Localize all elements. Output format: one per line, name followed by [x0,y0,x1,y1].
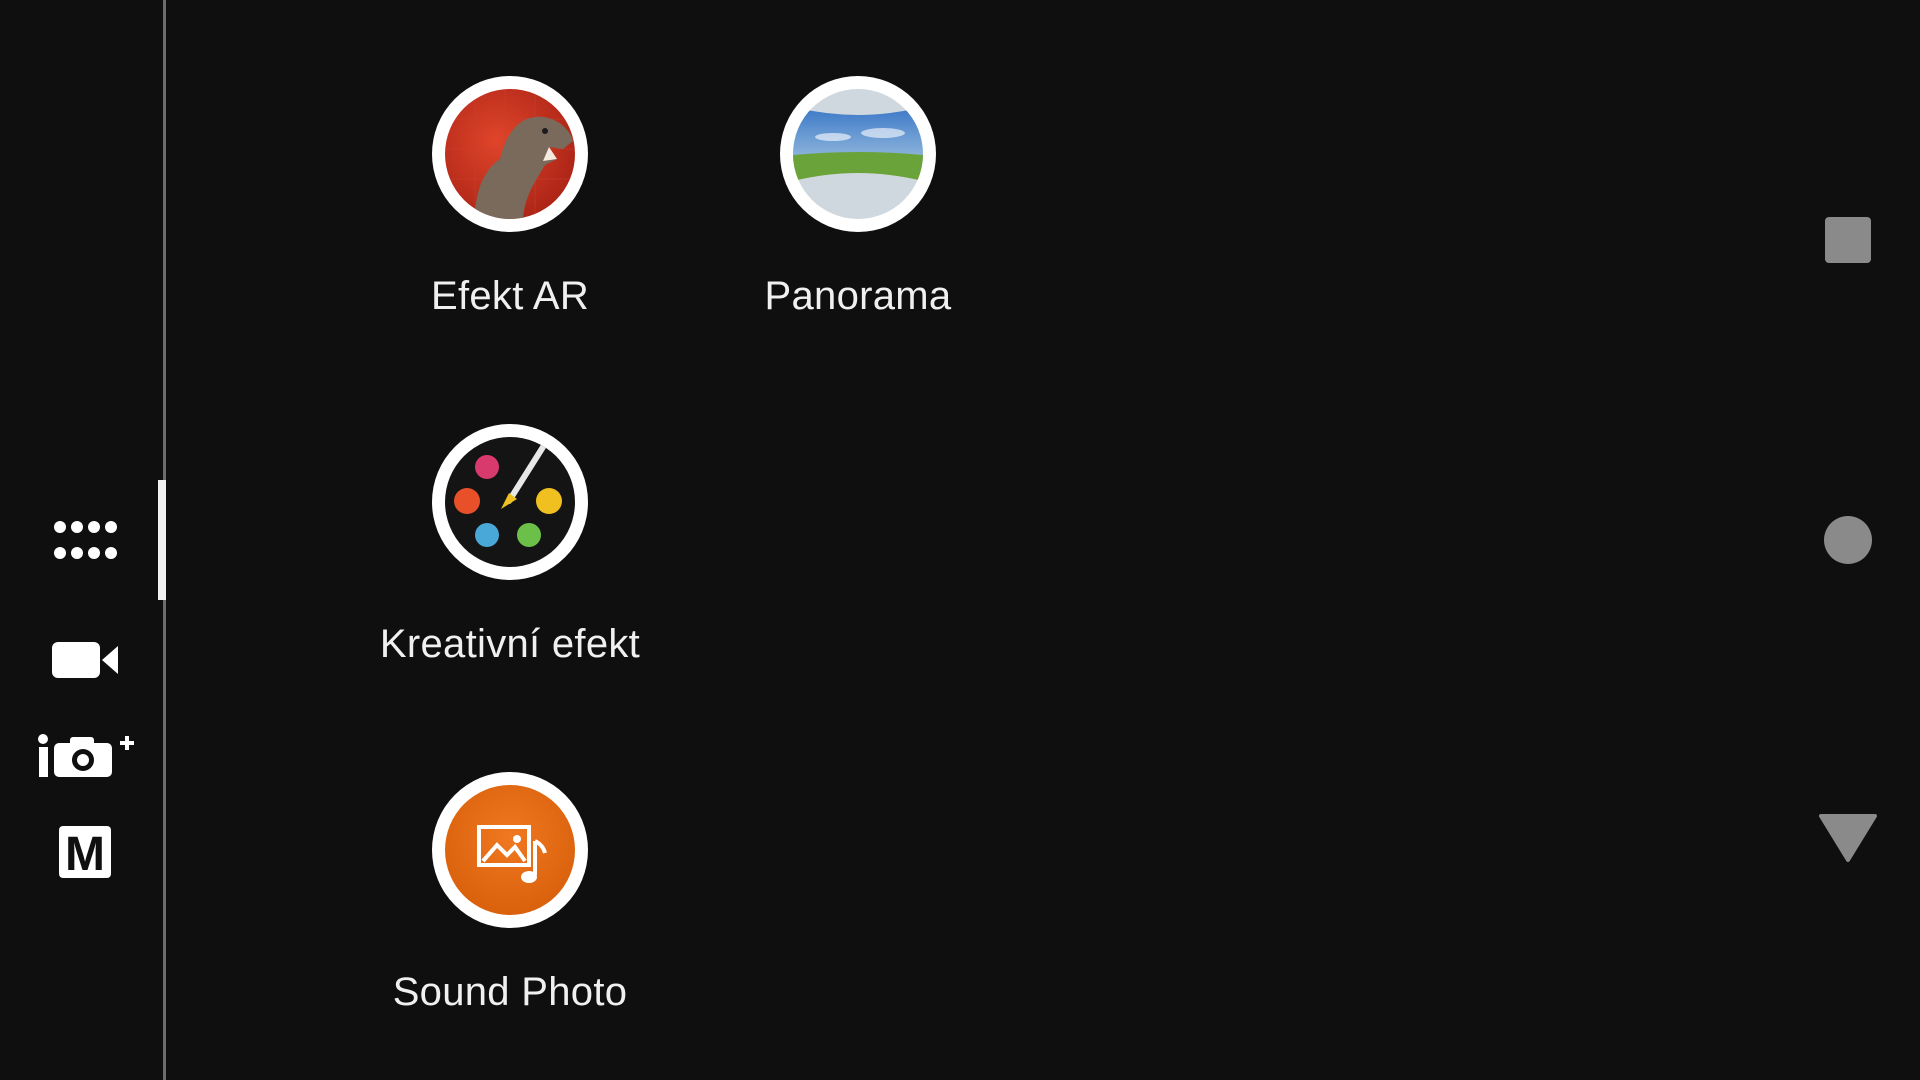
app-label: Efekt AR [430,274,590,318]
superior-auto-camera-icon[interactable] [30,720,140,792]
app-tile-ar-effect[interactable]: Efekt AR [360,78,660,358]
app-tile-creative-effect[interactable]: Kreativní efekt [360,426,660,706]
sound-photo-icon [434,774,586,926]
grid-apps-icon[interactable] [30,504,140,576]
active-mode-indicator [158,480,166,600]
svg-text:M: M [65,828,105,879]
app-tile-sound-photo[interactable]: Sound Photo [360,774,660,1054]
app-label: Panorama [764,274,952,318]
creative-effect-palette-icon [434,426,586,578]
home-circle-icon[interactable] [1818,510,1878,570]
app-label: Sound Photo [392,970,628,1014]
back-triangle-icon[interactable] [1818,808,1878,868]
panorama-landscape-icon [782,78,934,230]
video-camera-icon[interactable] [30,624,140,696]
ar-effect-dinosaur-icon [434,78,586,230]
manual-mode-icon[interactable]: M [30,816,140,888]
app-label: Kreativní efekt [379,622,641,666]
recents-square-icon[interactable] [1818,210,1878,270]
app-tile-panorama[interactable]: Panorama [708,78,1008,358]
